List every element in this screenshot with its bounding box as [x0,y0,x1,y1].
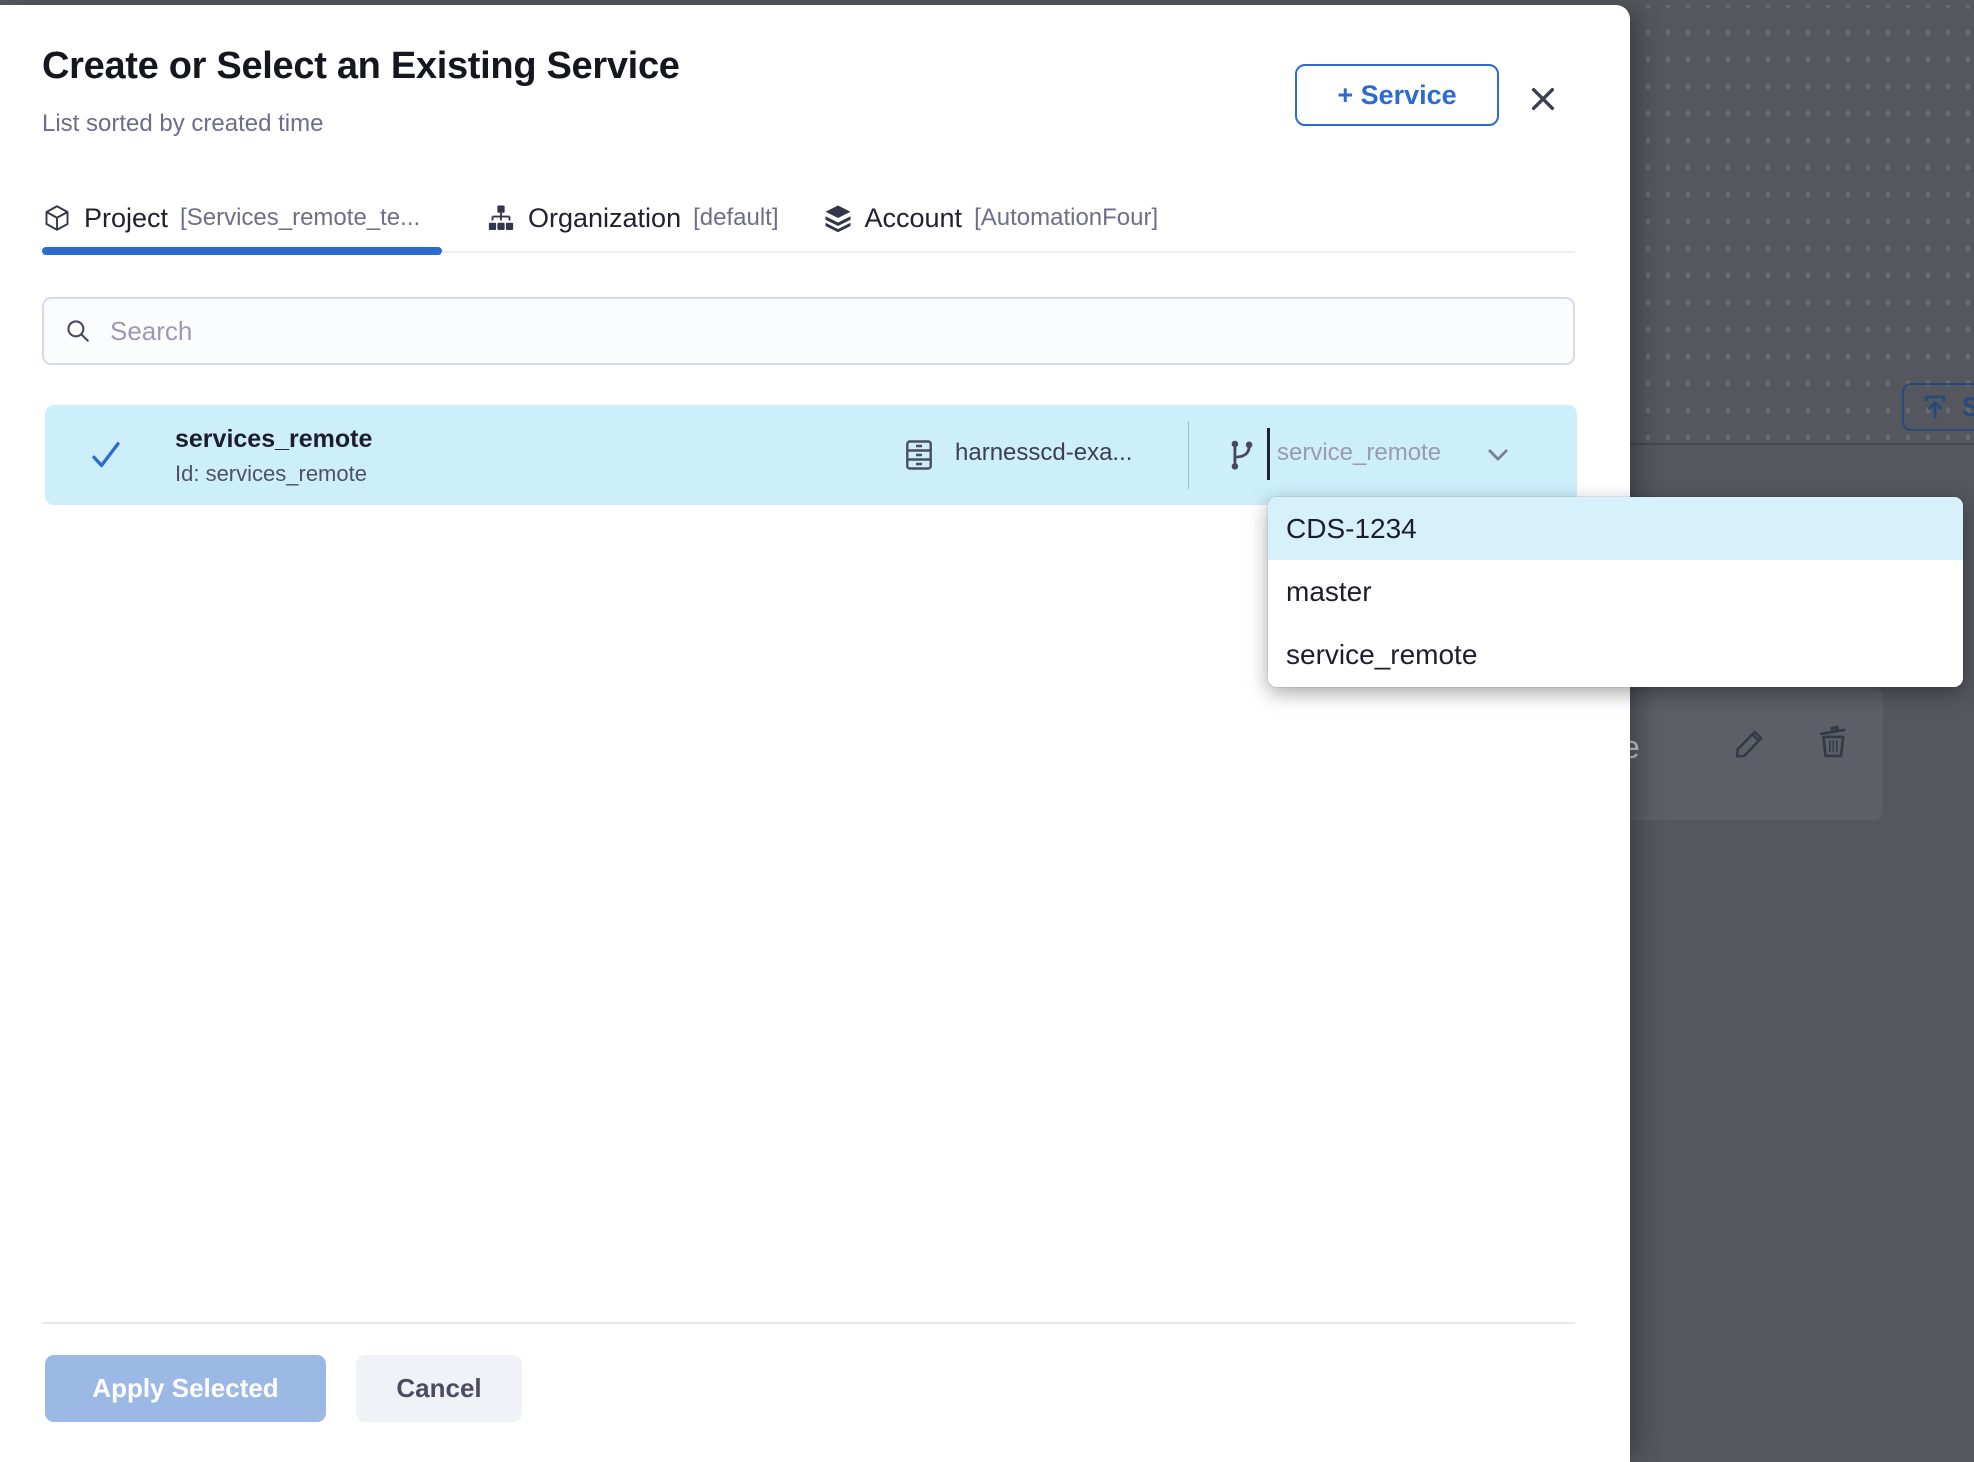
branch-option-service-remote[interactable]: service_remote [1268,623,1963,686]
row-divider [1188,421,1189,489]
tab-project-label: Project [84,203,168,234]
add-service-button[interactable]: + Service [1295,64,1499,126]
apply-selected-button[interactable]: Apply Selected [45,1355,326,1422]
create-or-select-service-modal: Create or Select an Existing Service Lis… [0,5,1630,1462]
search-box [42,297,1575,365]
tab-project-scope: [Services_remote_te... [180,204,420,232]
search-icon [64,317,92,345]
tab-account-scope: [AutomationFour] [974,204,1158,232]
background-save-button[interactable]: S [1902,383,1974,431]
service-list-item-selected[interactable]: services_remote Id: services_remote harn… [45,405,1577,505]
page-title: Create or Select an Existing Service [42,45,680,88]
footer-divider [42,1322,1575,1324]
branch-option-master[interactable]: master [1268,560,1963,623]
branch-option-cds-1234[interactable]: CDS-1234 [1268,497,1963,560]
pencil-icon[interactable] [1732,725,1768,761]
tab-account[interactable]: Account [AutomationFour] [823,185,1159,251]
tab-account-label: Account [865,203,963,234]
search-input[interactable] [110,316,1553,347]
org-chart-icon [486,203,516,233]
close-button[interactable] [1523,79,1563,119]
tab-organization-scope: [default] [693,204,778,232]
layers-icon [823,203,853,233]
upload-icon [1920,392,1950,422]
sort-hint-text: List sorted by created time [42,110,323,138]
cancel-button[interactable]: Cancel [356,1355,522,1422]
close-icon [1527,83,1559,115]
branch-select-input[interactable]: service_remote [1277,439,1441,467]
scope-tabs: Project [Services_remote_te... Organizat… [42,185,1575,253]
chevron-down-icon[interactable] [1482,441,1514,469]
check-icon [87,437,125,473]
tab-organization-label: Organization [528,203,681,234]
tab-organization[interactable]: Organization [default] [486,185,779,251]
service-name: services_remote [175,425,372,454]
git-branch-icon [1225,436,1259,474]
canvas-divider [1630,443,1974,445]
branch-dropdown: CDS-1234 master service_remote [1268,497,1963,687]
service-id: Id: services_remote [175,461,367,487]
cube-icon [42,203,72,233]
trash-icon[interactable] [1814,722,1852,762]
repository-icon [901,437,937,473]
text-cursor [1267,428,1270,480]
pipeline-canvas-dots [1630,5,1974,443]
background-service-card: e [1598,687,1883,820]
tab-project[interactable]: Project [Services_remote_te... [42,185,442,251]
repo-name: harnesscd-exa... [955,439,1132,467]
background-save-label: S [1962,392,1974,423]
